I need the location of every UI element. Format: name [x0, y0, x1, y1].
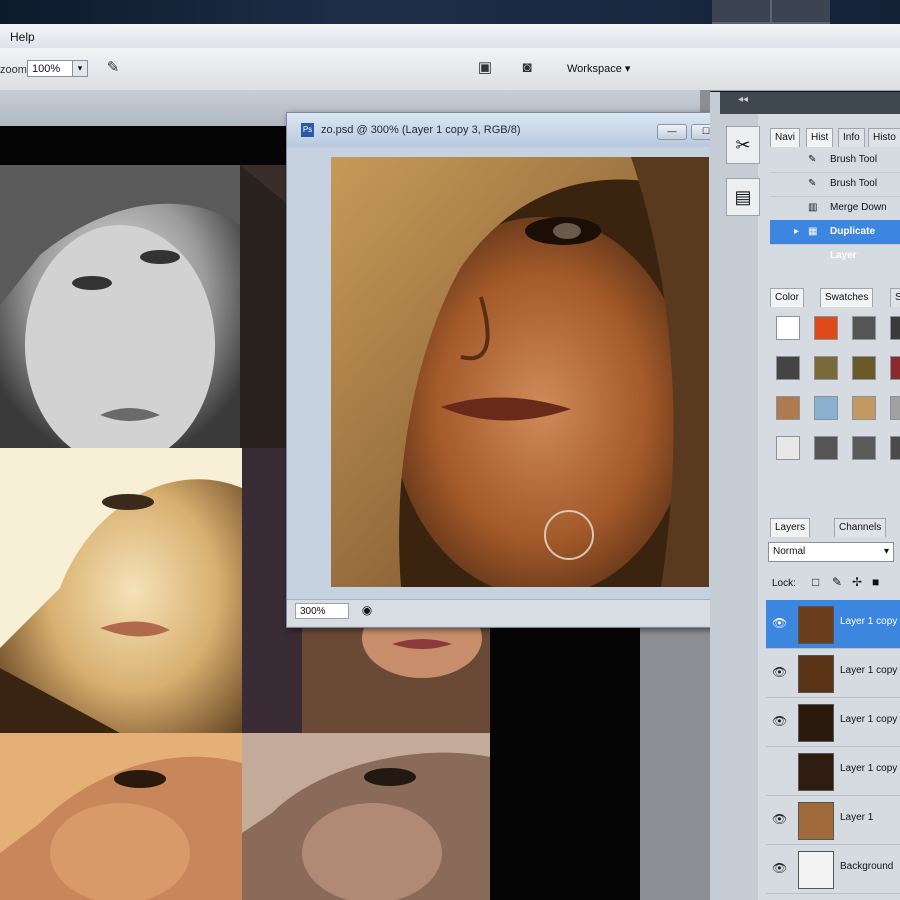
photo-sepia — [0, 733, 242, 900]
layer-thumbnail — [798, 802, 834, 840]
color-swatch[interactable] — [814, 356, 838, 380]
tab-navigator[interactable]: Navi — [770, 128, 801, 147]
layer-thumbnail — [798, 655, 834, 693]
minimize-button[interactable]: — — [657, 124, 687, 140]
layer-name: Background — [840, 861, 894, 872]
photo-grayscale — [0, 165, 240, 448]
color-swatch[interactable] — [852, 396, 876, 420]
tab-channels[interactable]: Channels — [834, 518, 887, 537]
document-title: zo.psd @ 300% (Layer 1 copy 3, RGB/8) — [321, 124, 521, 136]
brush-icon: ✎ — [808, 154, 817, 165]
layer-row[interactable]: 👁 Layer 1 — [766, 796, 900, 845]
tab-styles[interactable]: Styles — [890, 288, 900, 307]
workspace-button[interactable]: Workspace ▾ — [560, 58, 659, 80]
tab-info[interactable]: Info — [838, 128, 865, 147]
document-icon: Ps — [301, 123, 314, 137]
document-titlebar[interactable]: Ps zo.psd @ 300% (Layer 1 copy 3, RGB/8)… — [287, 113, 755, 147]
color-swatch[interactable] — [776, 356, 800, 380]
layer-thumbnail — [798, 704, 834, 742]
merge-icon: ▥ — [808, 202, 818, 213]
color-swatch[interactable] — [776, 436, 800, 460]
color-swatch[interactable] — [776, 316, 800, 340]
lock-all-icon[interactable]: ■ — [872, 575, 879, 589]
layer-row-selected[interactable]: 👁 Layer 1 copy 3 — [766, 600, 900, 649]
eye-icon[interactable]: 👁 — [772, 714, 787, 728]
tab-history[interactable]: Hist — [806, 128, 834, 147]
document-canvas[interactable] — [331, 157, 709, 587]
layer-name: Layer 1 copy 2 — [840, 665, 900, 676]
eye-icon[interactable]: 👁 — [772, 812, 787, 826]
blend-mode-select[interactable]: Normal ▾ — [768, 542, 894, 562]
layer-name: Layer 1 — [840, 812, 874, 823]
layer-row[interactable]: Layer 1 copy 4 — [766, 747, 900, 796]
photo-dark-strip — [240, 165, 288, 448]
photo-desaturated — [242, 733, 490, 900]
layer-thumbnail — [798, 606, 834, 644]
history-item[interactable]: ▥ Merge Down — [770, 196, 900, 221]
tab-histogram[interactable]: Histo — [868, 128, 900, 147]
duplicate-icon: ▦ — [808, 226, 818, 237]
layer-row[interactable]: 👁 Background — [766, 845, 900, 894]
screen-mode-icon[interactable]: ▣ — [474, 58, 496, 78]
color-swatch[interactable] — [852, 436, 876, 460]
history-item[interactable]: ✎ Brush Tool — [770, 172, 900, 197]
color-swatch[interactable] — [814, 316, 838, 340]
layer-name: Layer 1 copy — [840, 714, 898, 725]
dock-collapse-icon[interactable]: ◂◂ — [738, 94, 748, 105]
zoom-dropdown-button[interactable]: ▾ — [72, 60, 88, 77]
brush-icon[interactable]: ✎ — [102, 58, 124, 78]
history-item[interactable]: ✎ Brush Tool — [770, 148, 900, 173]
options-bar — [0, 48, 900, 91]
color-swatch[interactable] — [814, 396, 838, 420]
lock-label: Lock: — [772, 578, 796, 589]
brush-icon: ✎ — [808, 178, 817, 189]
layer-name: Layer 1 copy 3 — [840, 616, 900, 627]
layer-thumbnail — [798, 851, 834, 889]
layer-row[interactable]: 👁 Layer 1 copy — [766, 698, 900, 747]
eye-icon[interactable]: 👁 — [772, 861, 787, 875]
color-swatch[interactable] — [890, 356, 900, 380]
brushes-icon[interactable]: ▤ — [726, 178, 760, 216]
photo-warm-blonde — [0, 448, 242, 733]
status-menu-icon[interactable]: ◉ — [359, 603, 375, 619]
lock-pixels-icon[interactable]: ✎ — [832, 575, 842, 589]
eye-icon[interactable]: 👁 — [772, 665, 787, 679]
chevron-down-icon: ▾ — [883, 546, 889, 557]
tab-layers[interactable]: Layers — [770, 518, 811, 537]
menu-bar — [0, 24, 900, 49]
layer-thumbnail — [798, 753, 834, 791]
menu-help[interactable]: Help — [10, 30, 35, 44]
color-swatch[interactable] — [890, 316, 900, 340]
eye-icon[interactable]: 👁 — [772, 616, 787, 630]
document-window[interactable]: Ps zo.psd @ 300% (Layer 1 copy 3, RGB/8)… — [286, 112, 756, 628]
layer-row[interactable]: 👁 Layer 1 copy 2 — [766, 649, 900, 698]
color-swatch[interactable] — [890, 436, 900, 460]
lock-transparency-icon[interactable]: □ — [812, 575, 819, 589]
history-state-icon: ▸ — [794, 226, 800, 237]
zoom-label: zoom — [0, 64, 27, 76]
color-swatch[interactable] — [814, 436, 838, 460]
lock-position-icon[interactable]: ✢ — [852, 575, 862, 589]
color-swatch[interactable] — [890, 396, 900, 420]
camera-icon[interactable]: ◙ — [516, 58, 538, 78]
color-swatch[interactable] — [776, 396, 800, 420]
tab-swatches[interactable]: Swatches — [820, 288, 874, 307]
document-zoom-field[interactable]: 300% — [295, 603, 349, 619]
history-item-selected[interactable]: ▸ ▦ Duplicate Layer — [770, 220, 900, 261]
tools-icon[interactable]: ✂ — [726, 126, 760, 164]
layer-name: Layer 1 copy 4 — [840, 763, 900, 774]
tab-color[interactable]: Color — [770, 288, 804, 307]
document-statusbar — [287, 599, 755, 626]
color-swatch[interactable] — [852, 356, 876, 380]
color-swatch[interactable] — [852, 316, 876, 340]
swatch-grid — [768, 308, 900, 468]
